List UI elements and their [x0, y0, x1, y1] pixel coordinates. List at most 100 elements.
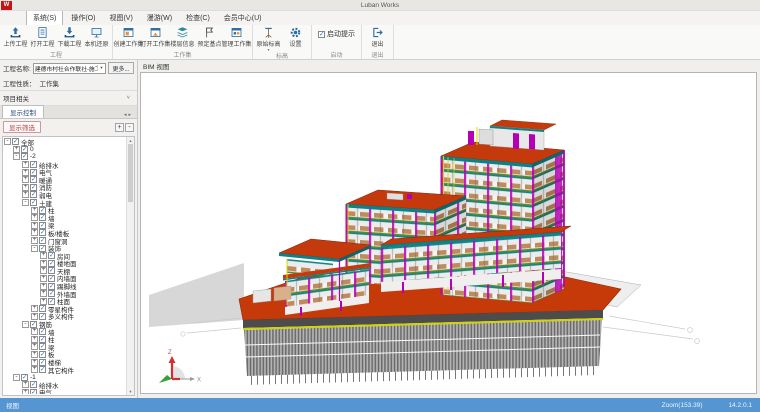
- tree-checkbox[interactable]: ✓: [48, 275, 55, 282]
- tree-item-门窗洞[interactable]: +✓门窗洞: [4, 237, 126, 245]
- tree-scrollbar[interactable]: ▴ ▾: [126, 137, 134, 395]
- tree-checkbox[interactable]: ✓: [48, 252, 55, 259]
- tree-checkbox[interactable]: ✓: [39, 214, 46, 221]
- tree-item-墙[interactable]: +✓墙: [4, 214, 126, 222]
- tree-item-暖通[interactable]: +✓暖通: [4, 176, 126, 184]
- tree-checkbox[interactable]: ✓: [30, 184, 37, 191]
- tree-checkbox[interactable]: ✓: [39, 343, 46, 350]
- tree-item-给排水[interactable]: +✓给排水: [4, 161, 126, 169]
- floor-info-button[interactable]: 楼层信息: [169, 26, 196, 48]
- tab-display-control[interactable]: 显示控制: [2, 105, 44, 118]
- tree-checkbox[interactable]: ✓: [39, 229, 46, 236]
- download-project-button[interactable]: 下载工程: [56, 26, 83, 48]
- project-type-value: 工作集: [40, 78, 60, 88]
- tree-item-柱[interactable]: +✓柱: [4, 335, 126, 343]
- tree-item-电气[interactable]: +✓电气: [4, 389, 126, 394]
- tree-checkbox[interactable]: ✓: [30, 169, 37, 176]
- tree-checkbox[interactable]: ✓: [30, 191, 37, 198]
- collapse-icon[interactable]: -: [4, 138, 11, 145]
- tree-checkbox[interactable]: ✓: [30, 176, 37, 183]
- expand-icon[interactable]: +: [31, 366, 38, 373]
- tree-checkbox[interactable]: ✓: [48, 290, 55, 297]
- viewport-tab-bim-view[interactable]: BIM 视图: [138, 60, 760, 72]
- tree-checkbox[interactable]: ✓: [48, 260, 55, 267]
- collapse-icon[interactable]: -: [13, 374, 20, 381]
- scroll-down-icon[interactable]: ▾: [127, 388, 134, 395]
- checkbox-check-icon[interactable]: ✓: [318, 31, 325, 38]
- tree-item-多义构件[interactable]: +✓多义构件: [4, 313, 126, 321]
- create-workset-button[interactable]: 创建工作集: [115, 26, 142, 48]
- combo-arrow-icon[interactable]: ▾: [97, 65, 105, 71]
- collapse-icon[interactable]: -: [22, 321, 29, 328]
- tree-checkbox[interactable]: ✓: [30, 381, 37, 388]
- tree-checkbox[interactable]: ✓: [48, 283, 55, 290]
- expand-icon[interactable]: +: [31, 237, 38, 244]
- startup-tip-checkbox[interactable]: ✓启动提示: [318, 29, 355, 39]
- menu-item-0[interactable]: 系统(S): [26, 10, 63, 25]
- manage-workset-button[interactable]: 管理工作集: [223, 26, 250, 48]
- tree-checkbox[interactable]: ✓: [39, 351, 46, 358]
- tree-item-给排水[interactable]: +✓给排水: [4, 381, 126, 389]
- project-related-section[interactable]: 项目相关 ˅: [0, 90, 137, 106]
- tree-checkbox[interactable]: ✓: [39, 336, 46, 343]
- tree-item-柱[interactable]: +✓柱: [4, 206, 126, 214]
- tree-item-全部[interactable]: -✓全部: [4, 138, 126, 146]
- filter-row: 显示筛选 + -: [0, 119, 137, 135]
- local-restore-button[interactable]: 本机还原: [83, 26, 110, 48]
- tree-item-板[interactable]: +✓板: [4, 351, 126, 359]
- tree-item-消防[interactable]: +✓消防: [4, 184, 126, 192]
- tree-checkbox[interactable]: ✓: [39, 207, 46, 214]
- collapse-all-button[interactable]: -: [125, 123, 134, 132]
- tree-checkbox[interactable]: ✓: [39, 222, 46, 229]
- tree-item-梁[interactable]: +✓梁: [4, 343, 126, 351]
- tree-item-电气[interactable]: +✓电气: [4, 168, 126, 176]
- tree-checkbox[interactable]: ✓: [39, 366, 46, 373]
- tab-nav-arrows[interactable]: ◂▸: [124, 112, 135, 118]
- expand-icon[interactable]: +: [40, 275, 47, 282]
- tree-checkbox[interactable]: ✓: [21, 146, 28, 153]
- open-workset-button[interactable]: 打开工作集: [142, 26, 169, 48]
- settings-button[interactable]: 设置: [282, 26, 309, 48]
- scroll-thumb[interactable]: [128, 144, 133, 202]
- expand-icon[interactable]: +: [31, 313, 38, 320]
- collapse-icon[interactable]: -: [31, 245, 38, 252]
- tree-checkbox[interactable]: ✓: [48, 267, 55, 274]
- display-filter-button[interactable]: 显示筛选: [3, 121, 41, 133]
- scroll-up-icon[interactable]: ▴: [127, 137, 134, 144]
- menu-item-2[interactable]: 视图(V): [103, 11, 138, 25]
- more-button[interactable]: 更多...: [108, 62, 134, 74]
- menu-item-3[interactable]: 漫游(W): [141, 11, 178, 25]
- bim-viewport[interactable]: Z X: [140, 72, 757, 394]
- menu-item-1[interactable]: 操作(O): [65, 11, 101, 25]
- tree-item-0[interactable]: +✓0: [4, 146, 126, 154]
- exit-button[interactable]: 退出: [364, 26, 391, 48]
- menu-item-5[interactable]: 会员中心(U): [218, 11, 268, 25]
- project-name-combobox[interactable]: 建德市村社合作联社-施工模型 ▾: [33, 63, 106, 74]
- tree-checkbox[interactable]: ✓: [39, 305, 46, 312]
- bim-model-canvas[interactable]: Z X: [141, 73, 756, 393]
- ribbon-group: 上传工程打开工程下载工程本机还原工程: [0, 25, 113, 59]
- upload-project-button[interactable]: 上传工程: [2, 26, 29, 48]
- expand-all-button[interactable]: +: [115, 123, 124, 132]
- tree-checkbox[interactable]: ✓: [30, 161, 37, 168]
- tree-item--2[interactable]: -✓-2: [4, 153, 126, 161]
- chevron-down-icon[interactable]: ˅: [127, 95, 134, 101]
- open-project-button[interactable]: 打开工程: [29, 26, 56, 48]
- collapse-icon[interactable]: -: [13, 153, 20, 160]
- menu-item-4[interactable]: 检查(C): [180, 11, 216, 25]
- tree-checkbox[interactable]: ✓: [39, 237, 46, 244]
- tree-item-土建[interactable]: -✓土建: [4, 199, 126, 207]
- collapse-icon[interactable]: -: [22, 199, 29, 206]
- tree-checkbox[interactable]: ✓: [39, 359, 46, 366]
- tree-item-其它构件[interactable]: +✓其它构件: [4, 366, 126, 374]
- tree-item-墙[interactable]: +✓墙: [4, 328, 126, 336]
- elevation-button[interactable]: 原始标高▾: [255, 26, 282, 51]
- tree-checkbox[interactable]: ✓: [30, 389, 37, 394]
- base-point-button[interactable]: 预定基点: [196, 26, 223, 48]
- expand-icon[interactable]: +: [31, 351, 38, 358]
- expand-icon[interactable]: +: [22, 389, 29, 394]
- tree-checkbox[interactable]: ✓: [30, 199, 37, 206]
- expand-icon[interactable]: +: [40, 298, 47, 305]
- tree-item-弱电[interactable]: +✓弱电: [4, 191, 126, 199]
- tree-checkbox[interactable]: ✓: [39, 328, 46, 335]
